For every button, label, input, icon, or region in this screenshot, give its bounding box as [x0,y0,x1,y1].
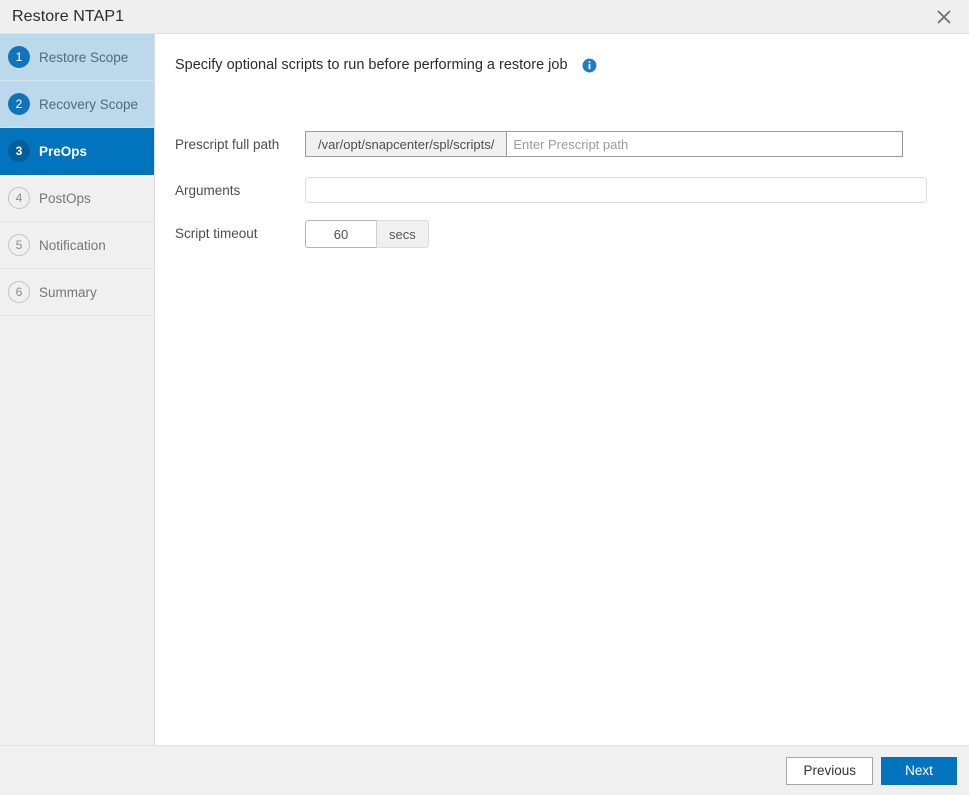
step-number-badge: 4 [8,187,30,209]
sidebar-item-restore-scope[interactable]: 1 Restore Scope [0,34,154,81]
step-number-badge: 2 [8,93,30,115]
sidebar-item-summary[interactable]: 6 Summary [0,269,154,316]
sidebar-item-label: Summary [39,284,97,300]
dialog-footer: Previous Next [0,745,969,795]
prescript-input-group: /var/opt/snapcenter/spl/scripts/ [305,131,904,157]
sidebar-item-recovery-scope[interactable]: 2 Recovery Scope [0,81,154,128]
sidebar-item-label: Restore Scope [39,49,129,65]
step-number-badge: 5 [8,234,30,256]
close-button[interactable] [927,0,961,34]
sidebar-item-label: Notification [39,237,106,253]
dialog-titlebar: Restore NTAP1 [0,0,969,34]
prescript-row: Prescript full path /var/opt/snapcenter/… [175,131,904,157]
sidebar-item-postops[interactable]: 4 PostOps [0,175,154,222]
step-number-badge: 6 [8,281,30,303]
script-timeout-row: Script timeout secs [175,220,429,248]
wizard-content-panel: Specify optional scripts to run before p… [156,34,969,745]
dialog-body: 1 Restore Scope 2 Recovery Scope 3 PreOp… [0,34,969,745]
sidebar-item-notification[interactable]: 5 Notification [0,222,154,269]
arguments-label: Arguments [175,182,241,198]
sidebar-item-label: PostOps [39,190,91,206]
step-number-badge: 3 [8,140,30,162]
script-timeout-input-group: secs [305,220,429,248]
page-title-text: Specify optional scripts to run before p… [175,57,568,73]
script-timeout-label: Script timeout [175,225,258,241]
arguments-row: Arguments [175,177,927,203]
previous-button[interactable]: Previous [786,756,873,785]
prescript-label: Prescript full path [175,136,280,152]
restore-wizard-dialog: Restore NTAP1 1 Restore Scope 2 Recovery… [0,0,969,795]
arguments-input[interactable] [305,177,927,203]
step-number-badge: 1 [8,46,30,68]
close-icon [936,9,952,25]
prescript-path-input[interactable] [507,131,904,157]
wizard-steps-sidebar: 1 Restore Scope 2 Recovery Scope 3 PreOp… [0,34,155,745]
script-timeout-input[interactable] [305,220,376,248]
info-icon[interactable] [582,58,597,73]
sidebar-item-preops[interactable]: 3 PreOps [0,128,154,175]
next-button[interactable]: Next [881,756,957,785]
dialog-title: Restore NTAP1 [12,7,125,25]
script-timeout-unit: secs [376,220,429,248]
prescript-path-prefix: /var/opt/snapcenter/spl/scripts/ [305,131,508,157]
page-title: Specify optional scripts to run before p… [175,57,597,73]
sidebar-item-label: Recovery Scope [39,96,139,112]
sidebar-item-label: PreOps [39,143,88,159]
